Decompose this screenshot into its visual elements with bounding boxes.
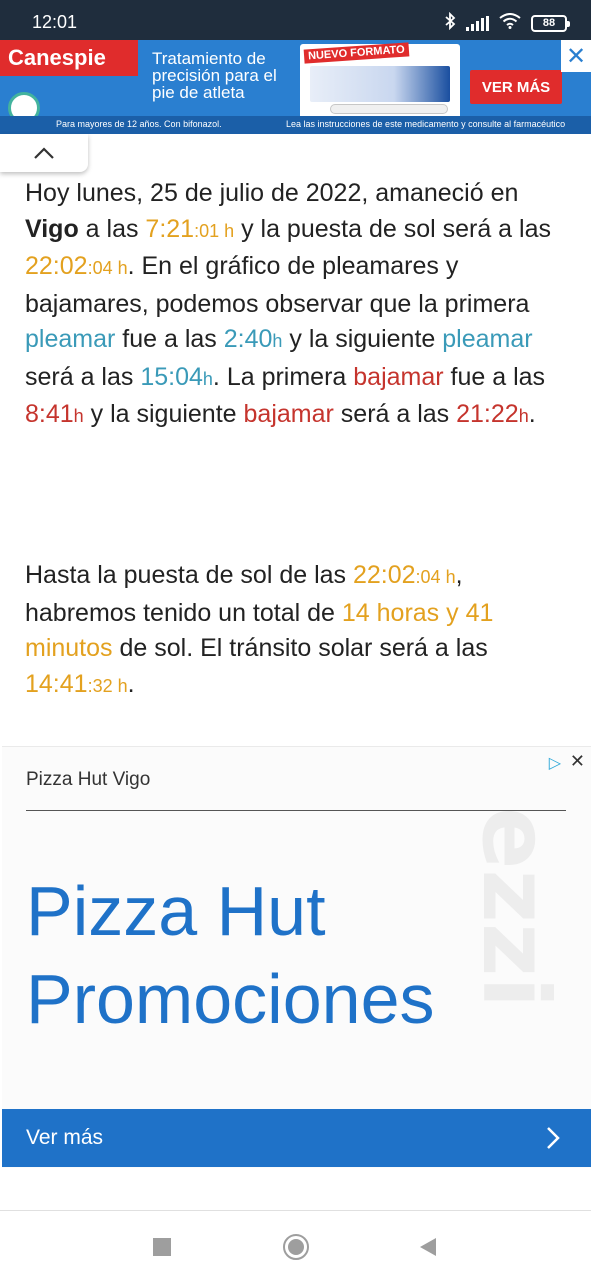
ad-footer-left: Para mayores de 12 años. Con bifonazol. (56, 119, 222, 129)
text-end: . (127, 669, 135, 698)
battery-icon: 88 (531, 14, 570, 32)
status-bar: 12:01 88 (0, 0, 591, 40)
hour-unit: h (202, 368, 213, 389)
collapse-ad-button[interactable] (0, 134, 88, 172)
status-time: 12:01 (32, 12, 78, 32)
text-intro: Hoy lunes, 25 de julio de 2022, amaneció… (25, 179, 519, 207)
ad-close-icon[interactable]: ✕ (570, 751, 585, 772)
text-will-be: será a las (333, 400, 457, 428)
low-tide-label: bajamar (243, 400, 334, 428)
square-icon (153, 1238, 171, 1256)
ad-product-tube (330, 104, 448, 114)
text-will-be: será a las (25, 362, 141, 391)
text-was-at: fue a las (443, 362, 546, 391)
high-tide-label: pleamar (25, 325, 116, 353)
text-at: a las (78, 214, 146, 243)
signal-icon (466, 15, 489, 31)
navigation-bar (0, 1210, 591, 1280)
ad-cta-button[interactable]: VER MÁS (470, 70, 562, 104)
solar-transit-seconds: :32 h (87, 675, 128, 696)
city-name: Vigo (25, 214, 79, 243)
ad-cta-label: Ver más (26, 1126, 104, 1149)
low-tide-label: bajamar (353, 362, 444, 391)
ad-brand-logo: Canespie (0, 40, 138, 76)
high-tide-label: pleamar (442, 325, 533, 353)
text-first-low: . La primera (212, 362, 354, 391)
ad-title-line2: Promociones (26, 960, 435, 1038)
text-sunset-intro: y la puesta de sol será a las (234, 214, 551, 243)
daylight-paragraph: Hasta la puesta de sol de las 22:02:04 h… (25, 558, 570, 704)
ad-product-image: NUEVO FORMATO (300, 42, 460, 120)
status-icons: 88 (444, 11, 570, 34)
sun-tide-paragraph: Hoy lunes, 25 de julio de 2022, amaneció… (25, 176, 570, 435)
hour-unit: h (272, 331, 283, 351)
ad-ver-mas-button[interactable]: Ver más (2, 1109, 591, 1167)
sunset-seconds: :04 h (87, 258, 128, 278)
bluetooth-icon (444, 11, 456, 34)
ad-title-line1: Pizza Hut (26, 872, 326, 950)
sunrise-time: 7:21 (145, 214, 195, 243)
hour-unit: h (73, 406, 84, 426)
chevron-up-icon (34, 147, 54, 159)
first-low-tide-time: 8:41 (25, 400, 74, 428)
text-next: y la siguiente (83, 400, 244, 428)
sunset-time: 22:02 (25, 252, 88, 280)
text-was-at: fue a las (115, 325, 224, 353)
second-low-tide-time: 21:22 (456, 400, 519, 428)
back-triangle-icon (420, 1238, 436, 1256)
adchoices-icon[interactable]: ▷ (549, 753, 561, 772)
pizza-ad[interactable]: Pizza Hut Vigo ▷ ✕ ezzi Pizza Hut Promoc… (2, 746, 591, 1168)
chevron-right-icon (545, 1125, 561, 1157)
sunrise-seconds: :01 h (194, 220, 235, 241)
wifi-icon (499, 13, 521, 33)
circle-icon (283, 1234, 309, 1260)
back-button[interactable] (410, 1231, 446, 1263)
hour-unit: h (518, 406, 529, 426)
second-high-tide-time: 15:04 (140, 362, 203, 391)
ad-title: Pizza Hut Promociones (26, 867, 435, 1043)
home-button[interactable] (278, 1231, 314, 1263)
ad-footer-right: Lea las instrucciones de este medicament… (286, 119, 566, 129)
ad-advertiser-name: Pizza Hut Vigo (26, 769, 151, 790)
text-transit: de sol. El tránsito solar será a las (112, 634, 488, 662)
first-high-tide-time: 2:40 (223, 325, 273, 353)
ad-headline: Tratamiento de precisión para el pie de … (152, 49, 277, 102)
top-ad-banner[interactable]: Canespie Tratamiento de precisión para e… (0, 40, 591, 134)
ad-close-icon[interactable]: ✕ (561, 40, 591, 72)
text-next: y la siguiente (282, 325, 443, 353)
solar-transit-time: 14:41 (25, 669, 88, 698)
ad-product-tag: NUEVO FORMATO (303, 42, 410, 64)
text-intro: Hasta la puesta de sol de las (25, 561, 353, 589)
ad-product-box (310, 66, 450, 102)
text-end: . (528, 400, 536, 428)
sunset-time: 22:02 (352, 561, 416, 589)
battery-level: 88 (542, 17, 556, 29)
ad-footer: Para mayores de 12 años. Con bifonazol. … (0, 116, 591, 134)
recents-button[interactable] (144, 1231, 180, 1263)
sunset-seconds: :04 h (415, 567, 456, 587)
